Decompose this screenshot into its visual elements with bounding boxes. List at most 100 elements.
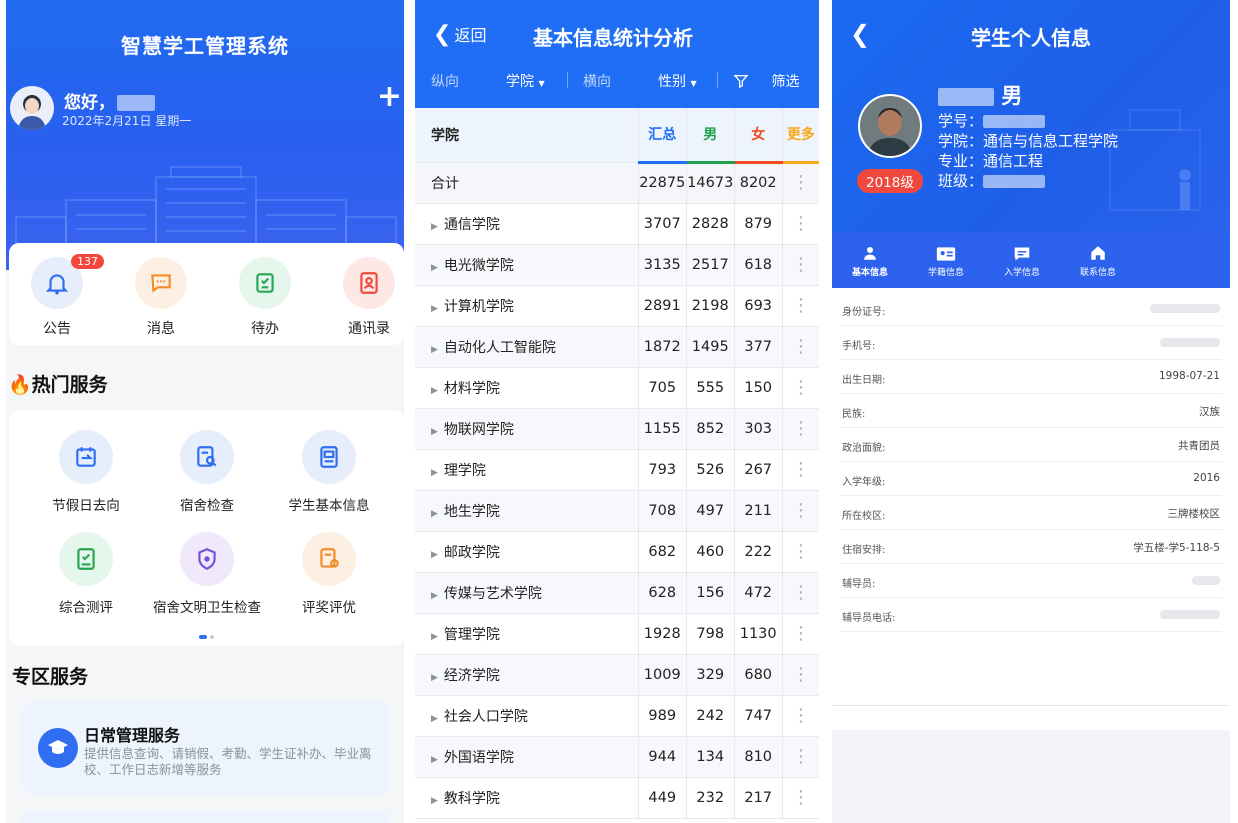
- header-female[interactable]: 女: [734, 108, 783, 164]
- info-value: 学五楼-学5-118-5: [1133, 542, 1220, 554]
- expand-caret-icon[interactable]: ▶: [431, 386, 438, 396]
- table-row[interactable]: ▶ 外国语学院 944 134 810 ⋮: [415, 736, 819, 778]
- expand-caret-icon[interactable]: ▶: [431, 345, 438, 355]
- expand-caret-icon[interactable]: ▶: [431, 509, 438, 519]
- table-row[interactable]: ▶ 传媒与艺术学院 628 156 472 ⋮: [415, 572, 819, 614]
- service-dorm-inspection[interactable]: 宿舍检查: [144, 430, 270, 514]
- expand-caret-icon[interactable]: ▶: [431, 673, 438, 683]
- daily-management-card[interactable]: 日常管理服务 提供信息查询、请销假、考勤、学生证补办、毕业离校、工作日志新增等服…: [22, 702, 390, 794]
- table-row[interactable]: ▶ 教科学院 449 232 217 ⋮: [415, 777, 819, 819]
- expand-caret-icon[interactable]: ▶: [431, 755, 438, 765]
- expand-caret-icon[interactable]: ▶: [431, 714, 438, 724]
- expand-caret-icon[interactable]: ▶: [431, 632, 438, 642]
- more-icon[interactable]: ⋮: [782, 572, 819, 614]
- quick-item-message[interactable]: 消息: [121, 257, 201, 338]
- award-icon: [302, 532, 356, 586]
- row-name: ▶ 计算机学院: [415, 285, 639, 327]
- more-icon[interactable]: ⋮: [782, 777, 819, 819]
- quick-item-todo[interactable]: 待办: [225, 257, 305, 338]
- table-row[interactable]: ▶ 材料学院 705 555 150 ⋮: [415, 367, 819, 409]
- more-icon[interactable]: ⋮: [782, 285, 819, 327]
- header-male[interactable]: 男: [686, 108, 735, 164]
- quick-item-contacts[interactable]: 通讯录: [329, 257, 404, 338]
- cell-male: 526: [686, 449, 735, 491]
- table-row[interactable]: ▶ 经济学院 1009 329 680 ⋮: [415, 654, 819, 696]
- info-label: 民族:: [842, 409, 866, 420]
- info-label: 政治面貌:: [842, 443, 886, 454]
- filter-button[interactable]: 筛选: [733, 71, 799, 91]
- table-row[interactable]: ▶ 通信学院 3707 2828 879 ⋮: [415, 203, 819, 245]
- student-class: 班级：: [938, 170, 1046, 191]
- cell-male: 232: [686, 777, 735, 819]
- more-icon[interactable]: ⋮: [782, 203, 819, 245]
- cell-male: 156: [686, 572, 735, 614]
- table-row[interactable]: ▶ 社会人口学院 989 242 747 ⋮: [415, 695, 819, 737]
- more-icon[interactable]: ⋮: [782, 367, 819, 409]
- cell-female: 879: [734, 203, 783, 245]
- table-row[interactable]: ▶ 地生学院 708 497 211 ⋮: [415, 490, 819, 532]
- table-row[interactable]: ▶ 自动化人工智能院 1872 1495 377 ⋮: [415, 326, 819, 368]
- evaluation-icon: [59, 532, 113, 586]
- expand-caret-icon[interactable]: ▶: [431, 427, 438, 437]
- header-more[interactable]: 更多: [782, 108, 819, 164]
- more-icon[interactable]: ⋮: [782, 531, 819, 573]
- cell-sum: 449: [638, 777, 687, 819]
- expand-caret-icon[interactable]: ▶: [431, 222, 438, 232]
- service-dorm-hygiene[interactable]: 宿舍文明卫生检查: [144, 532, 270, 616]
- expand-caret-icon[interactable]: ▶: [431, 468, 438, 478]
- more-icon[interactable]: ⋮: [782, 695, 819, 737]
- tab-basic-info[interactable]: 基本信息: [840, 240, 900, 278]
- expand-caret-icon[interactable]: ▶: [431, 796, 438, 806]
- service-student-info[interactable]: 学生基本信息: [266, 430, 392, 514]
- expand-caret-icon[interactable]: ▶: [431, 263, 438, 273]
- cell-female: 377: [734, 326, 783, 368]
- service-evaluation[interactable]: 综合测评: [23, 532, 149, 616]
- info-label: 出生日期:: [842, 375, 886, 386]
- vertical-label: 纵向: [431, 74, 459, 90]
- more-icon[interactable]: ⋮: [782, 490, 819, 532]
- cell-female: 303: [734, 408, 783, 450]
- expand-caret-icon[interactable]: ▶: [431, 304, 438, 314]
- more-icon[interactable]: ⋮: [782, 162, 819, 204]
- expand-caret-icon[interactable]: ▶: [431, 550, 438, 560]
- table-row[interactable]: ▶ 管理学院 1928 798 1130 ⋮: [415, 613, 819, 655]
- service-holiday-destination[interactable]: 节假日去向: [23, 430, 149, 514]
- avatar[interactable]: [10, 86, 54, 130]
- more-icon[interactable]: ⋮: [782, 449, 819, 491]
- tab-enrollment-info[interactable]: 学籍信息: [916, 240, 976, 278]
- cell-sum: 1155: [638, 408, 687, 450]
- more-icon[interactable]: ⋮: [782, 244, 819, 286]
- header-sum[interactable]: 汇总: [638, 108, 687, 164]
- todo-icon: [239, 257, 291, 309]
- quick-item-announcement[interactable]: 137 公告: [17, 254, 104, 338]
- service-awards[interactable]: 评奖评优: [266, 532, 392, 616]
- back-button[interactable]: ❮ 返回: [433, 22, 486, 47]
- more-icon[interactable]: ⋮: [782, 654, 819, 696]
- table-row[interactable]: ▶ 理学院 793 526 267 ⋮: [415, 449, 819, 491]
- table-row[interactable]: ▶ 计算机学院 2891 2198 693 ⋮: [415, 285, 819, 327]
- next-service-card[interactable]: [22, 810, 390, 823]
- more-icon[interactable]: ⋮: [782, 408, 819, 450]
- header-college[interactable]: 学院: [415, 108, 639, 163]
- student-college: 学院：通信与信息工程学院: [938, 132, 1119, 150]
- redacted-value: [1160, 338, 1220, 347]
- add-icon[interactable]: +: [377, 82, 402, 112]
- profile-panel: ❮ 学生个人信息 2018级 男 学号： 学院：通信与信息工程学院 专业：通信工…: [832, 0, 1230, 823]
- info-row: 入学年级: 2016: [840, 462, 1222, 496]
- table-row[interactable]: ▶ 电光微学院 3135 2517 618 ⋮: [415, 244, 819, 286]
- tab-admission-info[interactable]: 入学信息: [992, 240, 1052, 278]
- more-icon[interactable]: ⋮: [782, 613, 819, 655]
- cell-male: 242: [686, 695, 735, 737]
- cell-sum: 3135: [638, 244, 687, 286]
- cell-sum: 2891: [638, 285, 687, 327]
- horizontal-dropdown[interactable]: 性别 ▼: [658, 71, 697, 91]
- tab-contact-info[interactable]: 联系信息: [1068, 240, 1128, 278]
- cell-male: 497: [686, 490, 735, 532]
- table-row[interactable]: ▶ 邮政学院 682 460 222 ⋮: [415, 531, 819, 573]
- vertical-dropdown[interactable]: 学院 ▼: [506, 71, 545, 91]
- table-row[interactable]: ▶ 物联网学院 1155 852 303 ⋮: [415, 408, 819, 450]
- expand-caret-icon[interactable]: ▶: [431, 591, 438, 601]
- more-icon[interactable]: ⋮: [782, 326, 819, 368]
- row-name: ▶ 传媒与艺术学院: [415, 572, 639, 614]
- more-icon[interactable]: ⋮: [782, 736, 819, 778]
